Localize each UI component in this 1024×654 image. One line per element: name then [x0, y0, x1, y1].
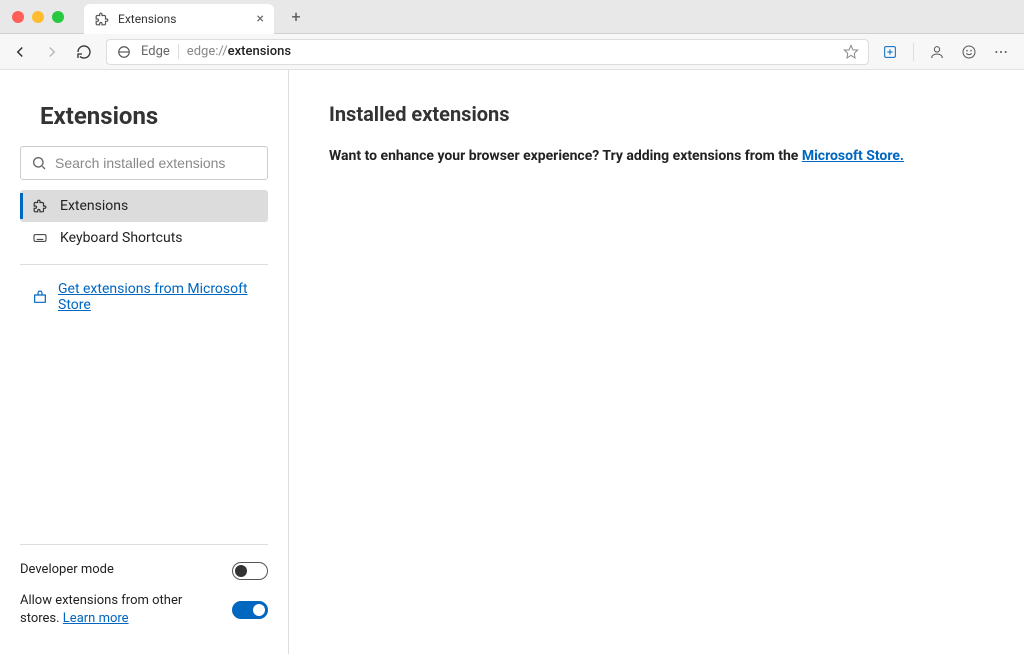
- window-traffic-lights: [12, 11, 64, 23]
- extension-icon: [32, 198, 48, 214]
- search-input[interactable]: [55, 155, 257, 171]
- store-link-row: Get extensions from Microsoft Store: [20, 275, 268, 319]
- favorite-icon[interactable]: [842, 43, 860, 61]
- close-tab-button[interactable]: ×: [257, 11, 264, 27]
- sidebar-item-extensions[interactable]: Extensions: [20, 190, 268, 222]
- back-button[interactable]: [10, 42, 30, 62]
- toolbar-separator: [913, 43, 914, 61]
- profile-icon[interactable]: [928, 43, 946, 61]
- extension-icon: [94, 11, 110, 27]
- edge-logo-icon: [115, 43, 133, 61]
- collections-icon[interactable]: [881, 43, 899, 61]
- new-tab-button[interactable]: +: [282, 3, 310, 31]
- microsoft-store-link[interactable]: Microsoft Store.: [802, 148, 904, 164]
- window-tab-bar: Extensions × +: [0, 0, 1024, 34]
- fullscreen-window-button[interactable]: [52, 11, 64, 23]
- feedback-smiley-icon[interactable]: [960, 43, 978, 61]
- search-box[interactable]: [20, 146, 268, 180]
- sidebar-bottom: Developer mode Allow extensions from oth…: [20, 534, 268, 634]
- refresh-button[interactable]: [74, 42, 94, 62]
- toolbar-right-group: [881, 43, 1014, 61]
- sidebar: Extensions Extensions Keyboard Shortcuts: [0, 70, 289, 654]
- address-bar[interactable]: Edge edge://extensions: [106, 39, 869, 65]
- address-url-text: edge://extensions: [187, 44, 291, 59]
- allow-other-stores-row: Allow extensions from other stores. Lear…: [20, 586, 268, 634]
- get-extensions-store-link[interactable]: Get extensions from Microsoft Store: [58, 281, 256, 313]
- browser-tab[interactable]: Extensions ×: [84, 4, 274, 34]
- search-icon: [31, 155, 47, 171]
- divider: [20, 264, 268, 265]
- main-heading: Installed extensions: [329, 102, 984, 126]
- developer-mode-row: Developer mode: [20, 555, 268, 585]
- sidebar-item-label: Keyboard Shortcuts: [60, 230, 183, 246]
- allow-other-stores-label: Allow extensions from other stores. Lear…: [20, 592, 232, 628]
- divider: [20, 544, 268, 545]
- forward-button[interactable]: [42, 42, 62, 62]
- content-area: Extensions Extensions Keyboard Shortcuts: [0, 70, 1024, 654]
- address-site-label: Edge: [141, 44, 179, 59]
- main-panel: Installed extensions Want to enhance you…: [289, 70, 1024, 654]
- learn-more-link[interactable]: Learn more: [63, 611, 129, 626]
- enhance-prompt: Want to enhance your browser experience?…: [329, 148, 984, 164]
- browser-toolbar: Edge edge://extensions: [0, 34, 1024, 70]
- minimize-window-button[interactable]: [32, 11, 44, 23]
- allow-other-stores-toggle[interactable]: [232, 601, 268, 619]
- store-icon: [32, 289, 48, 305]
- developer-mode-toggle[interactable]: [232, 562, 268, 580]
- tab-title: Extensions: [118, 12, 176, 26]
- page-title: Extensions: [40, 102, 268, 130]
- developer-mode-label: Developer mode: [20, 561, 232, 579]
- sidebar-item-label: Extensions: [60, 198, 128, 214]
- keyboard-icon: [32, 230, 48, 246]
- more-menu-icon[interactable]: [992, 43, 1010, 61]
- close-window-button[interactable]: [12, 11, 24, 23]
- sidebar-item-keyboard-shortcuts[interactable]: Keyboard Shortcuts: [20, 222, 268, 254]
